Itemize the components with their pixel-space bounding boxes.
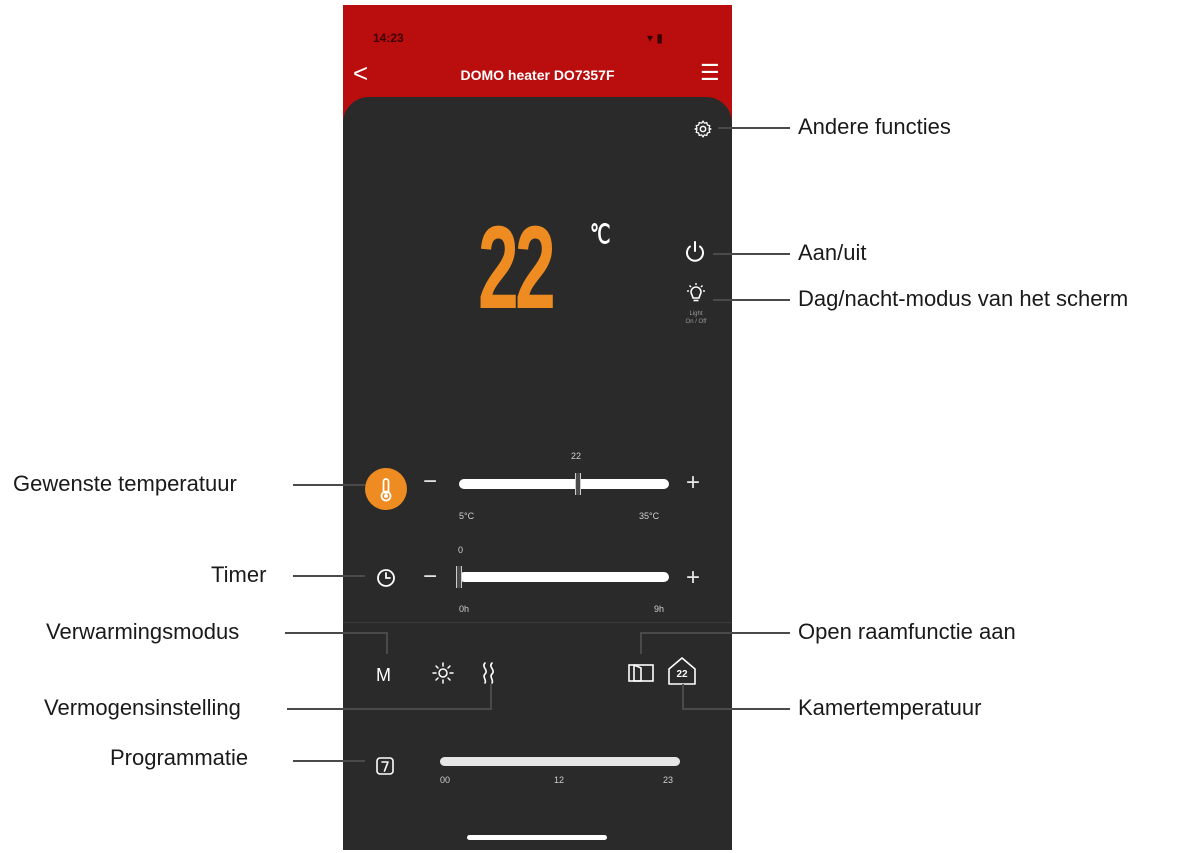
temp-decrease-button[interactable]: −: [423, 470, 437, 494]
light-caption-line2: On / Off: [685, 319, 707, 325]
light-caption-line1: Light: [689, 311, 703, 317]
callout-line-room-temperature: [682, 708, 790, 710]
schedule-mid-label: 12: [554, 775, 565, 785]
callout-other-functions: Andere functies: [798, 114, 951, 139]
thermometer-button[interactable]: [365, 468, 407, 510]
callout-line-heating-mode: [285, 632, 388, 634]
timer-slider-thumb[interactable]: [456, 566, 462, 588]
timer-min-label: 0h: [459, 604, 470, 614]
calendar-seven-icon[interactable]: [375, 756, 395, 776]
room-temperature-value: 22: [676, 669, 688, 680]
callout-programming: Programmatie: [110, 745, 249, 770]
temperature-unit: ℃: [590, 219, 611, 249]
schedule-start-label: 00: [440, 775, 451, 785]
callout-vline-room-temperature: [682, 684, 684, 710]
callout-day-night: Dag/nacht-modus van het scherm: [798, 286, 1129, 311]
page-title: DOMO heater DO7357F: [460, 67, 615, 83]
status-icons: ▾ ▮: [647, 31, 663, 45]
timer-slider-value: 0: [458, 545, 464, 555]
callout-power-setting: Vermogensinstelling: [44, 695, 241, 720]
temp-slider-value: 22: [571, 451, 582, 461]
callout-line-desired-temperature: [293, 484, 365, 486]
timer-increase-button[interactable]: +: [686, 566, 700, 590]
callout-open-window: Open raamfunctie aan: [798, 619, 1016, 644]
callout-line-timer: [293, 575, 365, 577]
callout-line-programming: [293, 760, 365, 762]
temp-max-label: 35°C: [639, 511, 660, 521]
callout-power: Aan/uit: [798, 240, 867, 265]
heat-waves-icon[interactable]: [479, 660, 499, 686]
divider: [343, 622, 732, 623]
phone-screen: 14:23 ▾ ▮ < DOMO heater DO7357F ☰ 22 ℃ L…: [343, 5, 732, 850]
timer-slider-track[interactable]: [459, 572, 669, 582]
clock-icon[interactable]: [375, 567, 397, 589]
schedule-bar[interactable]: [440, 757, 680, 766]
callout-room-temperature: Kamertemperatuur: [798, 695, 982, 720]
thermometer-icon: [380, 478, 392, 502]
power-icon[interactable]: [683, 240, 707, 264]
current-temperature: 22: [478, 202, 556, 334]
light-bulb-icon[interactable]: [684, 282, 708, 306]
timer-decrease-button[interactable]: −: [423, 565, 437, 589]
temp-min-label: 5°C: [459, 511, 475, 521]
callout-line-day-night: [713, 299, 790, 301]
home-indicator: [467, 835, 607, 840]
timer-max-label: 9h: [654, 604, 665, 614]
heating-mode-button[interactable]: M: [376, 665, 391, 686]
callout-line-open-window: [640, 632, 790, 634]
callout-vline-open-window: [640, 632, 642, 654]
sun-icon[interactable]: [431, 661, 455, 685]
schedule-end-label: 23: [663, 775, 674, 785]
temp-slider-thumb[interactable]: [575, 473, 581, 495]
callout-desired-temperature: Gewenste temperatuur: [13, 471, 237, 496]
callout-timer: Timer: [211, 562, 267, 587]
temp-slider-track[interactable]: [459, 479, 669, 489]
light-caption: Light On / Off: [673, 310, 719, 326]
callout-heating-mode: Verwarmingsmodus: [46, 619, 240, 644]
callout-line-power-setting: [287, 708, 492, 710]
status-time: 14:23: [373, 31, 404, 45]
callout-vline-power-setting: [490, 684, 492, 710]
gear-icon[interactable]: [693, 119, 713, 139]
callout-line-other-functions: [718, 127, 790, 129]
open-window-icon[interactable]: [627, 662, 655, 684]
callout-line-power: [713, 253, 790, 255]
temp-increase-button[interactable]: +: [686, 471, 700, 495]
menu-button[interactable]: ☰: [700, 62, 720, 84]
callout-vline-heating-mode: [386, 632, 388, 654]
